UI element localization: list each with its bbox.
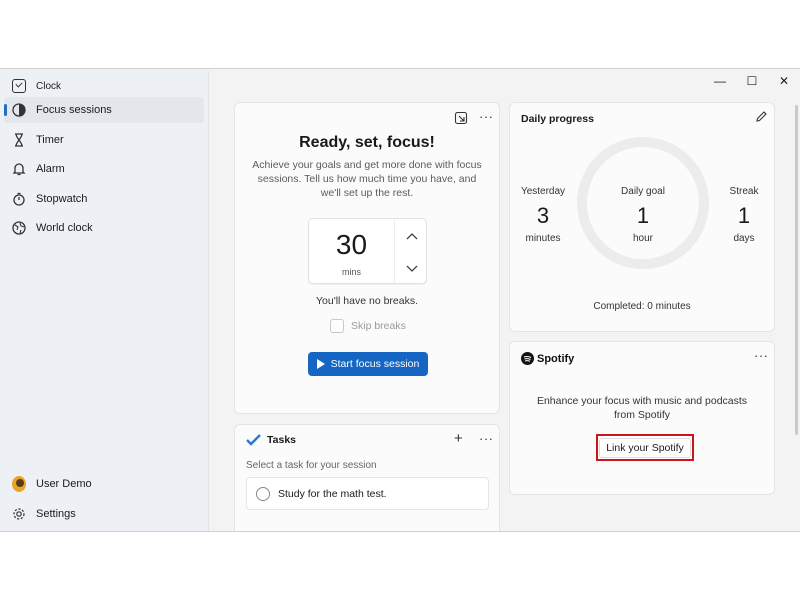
focus-more-button[interactable]: ··· xyxy=(479,110,494,123)
daily-goal-value: 1 xyxy=(636,203,650,228)
sidebar-item-label: Focus sessions xyxy=(36,104,112,116)
sidebar-item-timer[interactable]: Timer xyxy=(4,127,204,153)
streak-unit: days xyxy=(733,233,755,244)
maximize-button[interactable]: ☐ xyxy=(736,69,768,93)
tasks-more-button[interactable]: ··· xyxy=(479,432,494,445)
link-spotify-button[interactable]: Link your Spotify xyxy=(596,434,694,461)
spotify-logo: Spotify xyxy=(521,352,574,365)
streak-value: 1 xyxy=(737,203,751,228)
completed-text: Completed: 0 minutes xyxy=(593,301,691,312)
spotify-more-button[interactable]: ··· xyxy=(754,349,769,362)
user-avatar-icon xyxy=(12,476,26,492)
todo-check-icon xyxy=(246,434,261,446)
task-item[interactable]: Study for the math test. xyxy=(246,477,489,510)
window-controls: — ☐ ✕ xyxy=(704,69,800,93)
chevron-up-icon xyxy=(406,232,417,239)
duration-value: 30 xyxy=(335,229,368,260)
sidebar-item-alarm[interactable]: Alarm xyxy=(4,156,204,182)
duration-picker: 30 mins xyxy=(308,218,428,285)
duration-increase-button[interactable] xyxy=(395,219,428,252)
sidebar-item-label: Stopwatch xyxy=(36,192,88,205)
bell-icon xyxy=(12,162,26,176)
duration-decrease-button[interactable] xyxy=(395,252,428,285)
start-button-label: Start focus session xyxy=(330,358,420,370)
daily-progress-title: Daily progress xyxy=(521,113,594,125)
daily-goal-label: Daily goal xyxy=(621,186,665,197)
globe-icon xyxy=(12,221,26,235)
focus-title: Ready, set, focus! xyxy=(299,134,435,151)
edit-pencil-icon[interactable] xyxy=(755,110,768,128)
user-name: User Demo xyxy=(36,478,92,490)
sidebar: Clock Focus sessions Timer Alarm Stopwat… xyxy=(0,69,208,531)
compact-overlay-icon[interactable] xyxy=(454,111,468,125)
add-task-button[interactable]: + xyxy=(454,430,463,447)
streak-label: Streak xyxy=(729,186,759,197)
clock-app-icon xyxy=(12,79,26,93)
skip-breaks-label: Skip breaks xyxy=(351,320,406,332)
yesterday-stat: Yesterday 3 minutes xyxy=(518,186,568,244)
start-focus-session-button[interactable]: Start focus session xyxy=(308,352,428,376)
app-title-bar: Clock xyxy=(12,75,61,97)
minimize-button[interactable]: — xyxy=(704,69,736,93)
yesterday-label: Yesterday xyxy=(520,186,566,197)
sidebar-item-label: World clock xyxy=(36,222,93,234)
stopwatch-icon xyxy=(12,192,26,206)
skip-breaks-option: Skip breaks xyxy=(330,319,406,333)
breaks-info: You'll have no breaks. xyxy=(315,295,419,307)
link-spotify-label: Link your Spotify xyxy=(599,437,691,458)
task-radio[interactable] xyxy=(256,486,270,501)
chevron-down-icon xyxy=(406,265,417,272)
sidebar-item-settings[interactable]: Settings xyxy=(4,501,204,527)
avatar xyxy=(12,476,26,492)
sidebar-item-stopwatch[interactable]: Stopwatch xyxy=(4,186,204,212)
tasks-card: Tasks + ··· Select a task for your sessi… xyxy=(234,424,500,531)
daily-goal-stat[interactable]: Daily goal 1 hour xyxy=(608,186,678,244)
clock-app-window: Clock Focus sessions Timer Alarm Stopwat… xyxy=(0,68,800,532)
focus-description: Achieve your goals and get more done wit… xyxy=(252,159,482,199)
scrollbar[interactable] xyxy=(795,105,798,435)
yesterday-unit: minutes xyxy=(525,233,561,244)
play-icon xyxy=(316,359,325,369)
sidebar-nav: Focus sessions Timer Alarm Stopwatch Wor… xyxy=(4,97,204,245)
sidebar-item-world-clock[interactable]: World clock xyxy=(4,215,204,241)
gear-icon xyxy=(12,507,26,521)
spotify-brand: Spotify xyxy=(537,352,575,365)
duration-unit: mins xyxy=(341,267,361,277)
sidebar-item-label: Timer xyxy=(36,133,64,146)
yesterday-value: 3 xyxy=(536,203,550,228)
duration-display[interactable]: 30 mins xyxy=(309,219,395,285)
main-content: — ☐ ✕ ··· Ready, set, focus! Achieve you… xyxy=(208,69,800,531)
sidebar-bottom: User Demo Settings xyxy=(4,471,204,530)
task-label: Study for the math test. xyxy=(278,487,387,500)
focus-icon xyxy=(12,103,26,117)
tasks-header: Tasks xyxy=(246,434,296,446)
spotify-card: Spotify ··· Enhance your focus with musi… xyxy=(509,341,775,495)
spotify-icon xyxy=(521,352,534,365)
close-button[interactable]: ✕ xyxy=(768,69,800,93)
focus-session-card: ··· Ready, set, focus! Achieve your goal… xyxy=(234,102,500,414)
skip-breaks-checkbox[interactable] xyxy=(330,319,344,333)
streak-stat: Streak 1 days xyxy=(724,186,764,244)
hourglass-icon xyxy=(12,132,26,147)
settings-label: Settings xyxy=(36,507,76,520)
app-title: Clock xyxy=(36,80,62,92)
tasks-hint: Select a task for your session xyxy=(246,460,377,471)
tasks-title: Tasks xyxy=(267,434,296,446)
sidebar-item-label: Alarm xyxy=(36,163,65,175)
daily-goal-unit: hour xyxy=(632,233,653,244)
spotify-description: Enhance your focus with music and podcas… xyxy=(536,395,748,421)
sidebar-item-focus-sessions[interactable]: Focus sessions xyxy=(4,97,204,123)
daily-progress-card: Daily progress Yesterday 3 minutes Daily… xyxy=(509,102,775,332)
sidebar-item-user[interactable]: User Demo xyxy=(4,471,204,497)
